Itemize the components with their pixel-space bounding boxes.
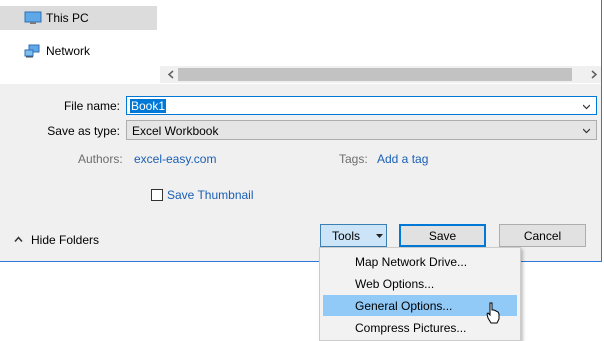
nav-item-label: This PC: [46, 11, 89, 25]
tools-menu: Map Network Drive... Web Options... Gene…: [319, 247, 521, 341]
save-as-type-value: Excel Workbook: [132, 124, 219, 138]
cancel-label: Cancel: [523, 228, 562, 243]
scrollbar-thumb[interactable]: [178, 68, 572, 81]
horizontal-scrollbar[interactable]: [160, 66, 601, 83]
scroll-right-arrow-icon[interactable]: [585, 66, 602, 83]
file-name-label: File name:: [63, 99, 120, 113]
tags-label: Tags:: [339, 152, 368, 166]
dropdown-arrow-icon: [376, 234, 383, 238]
chevron-up-icon: [14, 236, 23, 242]
tools-label: Tools: [332, 228, 361, 243]
menu-item-label: Compress Pictures...: [355, 321, 467, 335]
hide-folders-button[interactable]: Hide Folders: [12, 232, 112, 248]
nav-item-network[interactable]: Network: [0, 39, 157, 63]
tools-button[interactable]: Tools: [320, 224, 387, 247]
save-label: Save: [428, 228, 457, 243]
monitor-icon: [24, 11, 42, 25]
menu-item-label: Web Options...: [355, 277, 435, 291]
hide-folders-label: Hide Folders: [31, 233, 100, 247]
save-as-dialog: This PC Network File name: Book1 Save as…: [0, 0, 602, 262]
chevron-down-icon[interactable]: [583, 103, 590, 110]
save-as-type-label: Save as type:: [47, 124, 120, 138]
navigation-pane: This PC Network: [0, 0, 160, 84]
chevron-down-icon[interactable]: [583, 127, 590, 134]
file-name-field[interactable]: Book1: [126, 96, 597, 115]
cancel-button[interactable]: Cancel: [499, 224, 586, 247]
menu-item-web-options[interactable]: Web Options...: [323, 273, 517, 294]
save-thumbnail-checkbox[interactable]: [151, 189, 163, 201]
hand-cursor-icon: [486, 302, 500, 324]
menu-item-label: Map Network Drive...: [355, 255, 468, 269]
save-as-type-select[interactable]: Excel Workbook: [126, 120, 597, 140]
nav-item-this-pc[interactable]: This PC: [0, 6, 157, 30]
menu-item-label: General Options...: [355, 299, 453, 313]
network-icon: [24, 44, 42, 58]
save-button[interactable]: Save: [399, 224, 486, 247]
save-thumbnail-label[interactable]: Save Thumbnail: [167, 188, 254, 202]
authors-label: Authors:: [78, 152, 123, 166]
tags-field[interactable]: Add a tag: [377, 152, 428, 166]
authors-field[interactable]: excel-easy.com: [134, 152, 216, 166]
nav-item-label: Network: [46, 44, 91, 58]
file-name-value: Book1: [130, 99, 167, 113]
menu-item-map-network-drive[interactable]: Map Network Drive...: [323, 251, 517, 272]
